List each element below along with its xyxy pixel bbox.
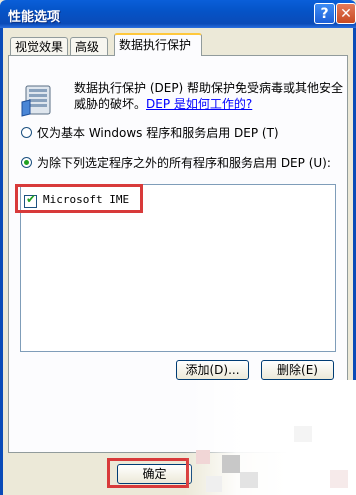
remove-button[interactable]: 删除(E) bbox=[261, 360, 334, 380]
pixel-block bbox=[196, 450, 210, 464]
tab-visual-effects[interactable]: 视觉效果 bbox=[10, 37, 68, 55]
help-button[interactable]: ? bbox=[314, 3, 335, 24]
radio-all-except[interactable] bbox=[21, 157, 32, 168]
pixel-block bbox=[294, 426, 312, 442]
highlight-box-ok bbox=[107, 458, 189, 488]
window-title: 性能选项 bbox=[8, 10, 61, 25]
pixel-block bbox=[222, 455, 240, 473]
radio-basic-only-label[interactable]: 仅为基本 Windows 程序和服务启用 DEP (T) bbox=[37, 124, 279, 141]
window-border-left bbox=[0, 28, 3, 495]
pixel-block bbox=[240, 472, 258, 488]
radio-basic-only[interactable] bbox=[21, 127, 32, 138]
add-button[interactable]: 添加(D)... bbox=[176, 360, 249, 380]
tab-advanced[interactable]: 高级 bbox=[70, 37, 108, 55]
pixel-block bbox=[330, 470, 348, 488]
dep-shield-icon bbox=[21, 85, 51, 117]
radio-all-except-label[interactable]: 为除下列选定程序之外的所有程序和服务启用 DEP (U): bbox=[37, 154, 331, 171]
dep-help-link[interactable]: DEP 是如何工作的? bbox=[146, 97, 252, 111]
pixel-block bbox=[206, 476, 222, 492]
close-button[interactable]: ✕ bbox=[336, 3, 356, 24]
dep-description: 数据执行保护 (DEP) 帮助保护免受病毒或其他安全威胁的破坏。DEP 是如何工… bbox=[74, 80, 344, 112]
tab-dep[interactable]: 数据执行保护 bbox=[114, 33, 202, 56]
highlight-box-program bbox=[15, 184, 143, 213]
